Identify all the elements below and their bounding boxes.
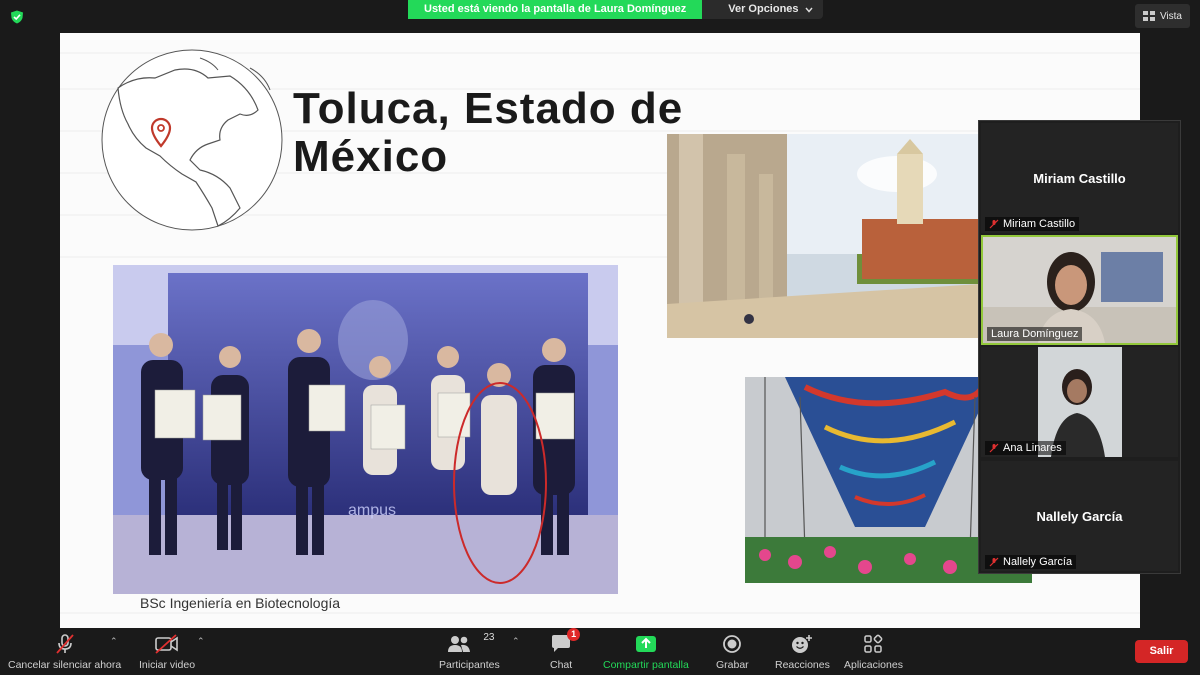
participant-tile[interactable]: Nallely García Nallely García xyxy=(981,461,1178,571)
microphone-muted-icon xyxy=(55,634,74,654)
participant-video-panel: Miriam Castillo Miriam Castillo Laura Do… xyxy=(978,120,1181,574)
participant-name: Miriam Castillo xyxy=(1003,218,1076,230)
participant-display-name: Miriam Castillo xyxy=(1033,171,1126,186)
chat-label: Chat xyxy=(550,659,573,671)
participant-name: Nallely García xyxy=(1003,556,1073,568)
participant-name: Laura Domínguez xyxy=(991,328,1079,340)
view-options-button[interactable]: Ver Opciones xyxy=(702,0,823,19)
plaza-photo xyxy=(667,134,980,338)
participant-name: Ana Linares xyxy=(1003,442,1062,454)
mic-off-icon xyxy=(989,219,999,229)
shield-icon[interactable] xyxy=(10,10,24,24)
participant-label: Nallely García xyxy=(985,555,1077,569)
sharing-banner-text: Usted está viendo la pantalla de Laura D… xyxy=(408,0,703,19)
share-screen-label: Compartir pantalla xyxy=(603,659,689,671)
grid-view-icon xyxy=(1142,11,1155,21)
share-screen-button[interactable]: Compartir pantalla xyxy=(603,632,689,671)
graduation-photo: G ampus xyxy=(113,265,618,594)
participant-label: Ana Linares xyxy=(985,441,1066,455)
unmute-button[interactable]: Cancelar silenciar ahora xyxy=(8,632,121,671)
view-button[interactable]: Vista xyxy=(1134,4,1190,28)
participant-label: Laura Domínguez xyxy=(987,327,1083,341)
record-icon xyxy=(723,635,742,653)
reactions-label: Reacciones xyxy=(775,659,830,671)
svg-text:ampus: ampus xyxy=(348,502,396,519)
participants-label: Participantes xyxy=(439,659,500,671)
mic-off-icon xyxy=(989,443,999,453)
reactions-button[interactable]: Reacciones xyxy=(775,632,830,671)
start-video-button[interactable]: Iniciar video xyxy=(139,632,195,671)
apps-icon xyxy=(864,634,883,653)
participants-button[interactable]: 23 Participantes xyxy=(439,632,500,671)
chevron-down-icon xyxy=(805,7,813,13)
apps-button[interactable]: Aplicaciones xyxy=(844,632,903,671)
record-button[interactable]: Grabar xyxy=(716,632,749,671)
globe-map-icon xyxy=(101,49,283,231)
video-options-caret[interactable]: ⌃ xyxy=(197,636,205,647)
zoom-window: Usted está viendo la pantalla de Laura D… xyxy=(0,0,1200,675)
meeting-toolbar: Cancelar silenciar ahora ⌃ Iniciar video… xyxy=(0,628,1200,675)
chat-unread-badge: 1 xyxy=(567,628,581,641)
slide-title: Toluca, Estado de México xyxy=(293,84,684,181)
participant-tile[interactable]: Miriam Castillo Miriam Castillo xyxy=(981,123,1178,233)
unmute-label: Cancelar silenciar ahora xyxy=(8,659,122,671)
chat-button[interactable]: 1 Chat xyxy=(550,628,581,671)
emoji-plus-icon xyxy=(792,635,813,653)
participant-tile[interactable]: Ana Linares xyxy=(981,347,1178,457)
apps-label: Aplicaciones xyxy=(844,659,903,671)
view-button-label: Vista xyxy=(1159,10,1182,22)
slide-caption: BSc Ingeniería en Biotecnología xyxy=(140,595,341,611)
start-video-label: Iniciar video xyxy=(139,659,196,671)
participant-label: Miriam Castillo xyxy=(985,217,1080,231)
participants-count: 23 xyxy=(483,632,495,643)
record-label: Grabar xyxy=(716,659,749,671)
share-screen-icon xyxy=(635,636,656,652)
participants-options-caret[interactable]: ⌃ xyxy=(512,636,520,647)
mic-off-icon xyxy=(989,557,999,567)
leave-meeting-button[interactable]: Salir xyxy=(1135,640,1188,663)
participant-display-name: Nallely García xyxy=(1036,509,1123,524)
audio-options-caret[interactable]: ⌃ xyxy=(110,636,118,647)
participants-icon xyxy=(448,636,471,652)
view-options-label: Ver Opciones xyxy=(728,3,799,15)
participant-tile-active[interactable]: Laura Domínguez xyxy=(981,235,1178,345)
video-off-icon xyxy=(155,634,178,654)
sharing-banner: Usted está viendo la pantalla de Laura D… xyxy=(408,0,823,19)
